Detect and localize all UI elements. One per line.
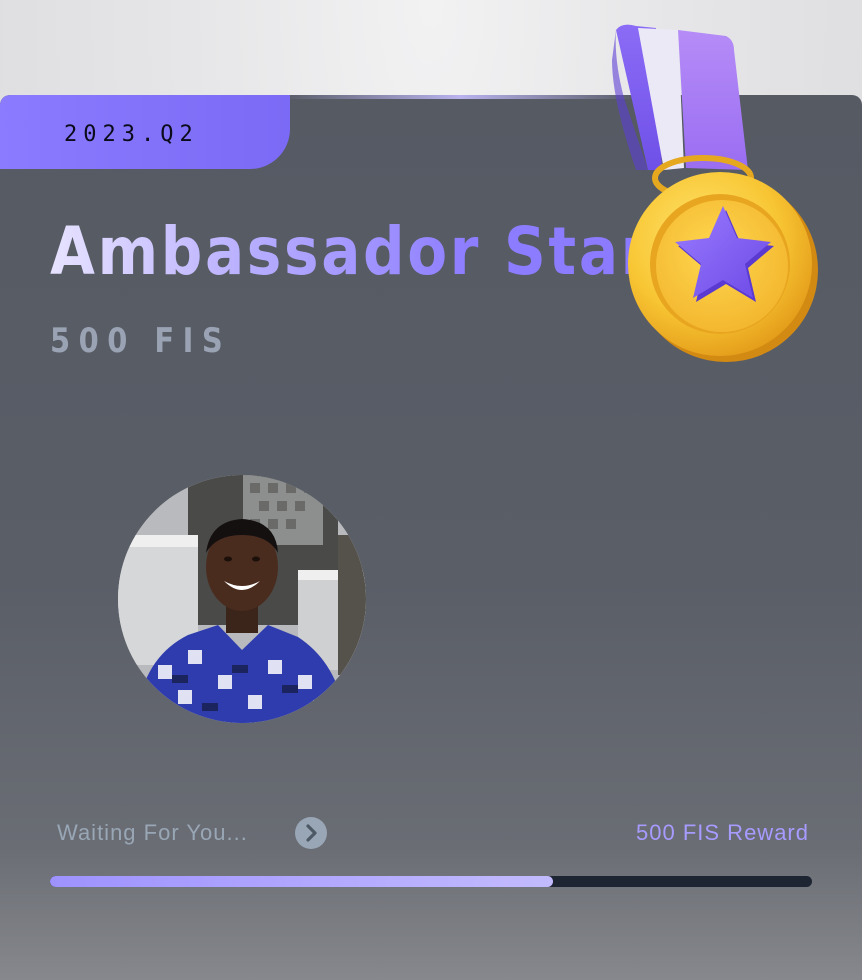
star-medal-icon xyxy=(612,24,818,362)
progress-bar xyxy=(50,876,812,887)
progress-fill xyxy=(50,876,553,887)
avatar xyxy=(118,475,366,723)
quarter-label: 2023.Q2 xyxy=(64,122,199,147)
chevron-right-icon[interactable] xyxy=(295,817,327,849)
card-top-highlight xyxy=(280,95,640,99)
quarter-tab: 2023.Q2 xyxy=(0,95,290,169)
profile-photo xyxy=(118,475,366,723)
stage: 2023.Q2 Ambassador Star 500 FIS Waiting … xyxy=(0,0,862,980)
card-amount: 500 FIS xyxy=(50,321,232,361)
status-text: Waiting For You... xyxy=(57,820,248,845)
status-row: Waiting For You... 500 FIS Reward xyxy=(57,815,809,849)
reward-text: 500 FIS Reward xyxy=(636,820,809,845)
card-title: Ambassador Star xyxy=(50,213,652,290)
